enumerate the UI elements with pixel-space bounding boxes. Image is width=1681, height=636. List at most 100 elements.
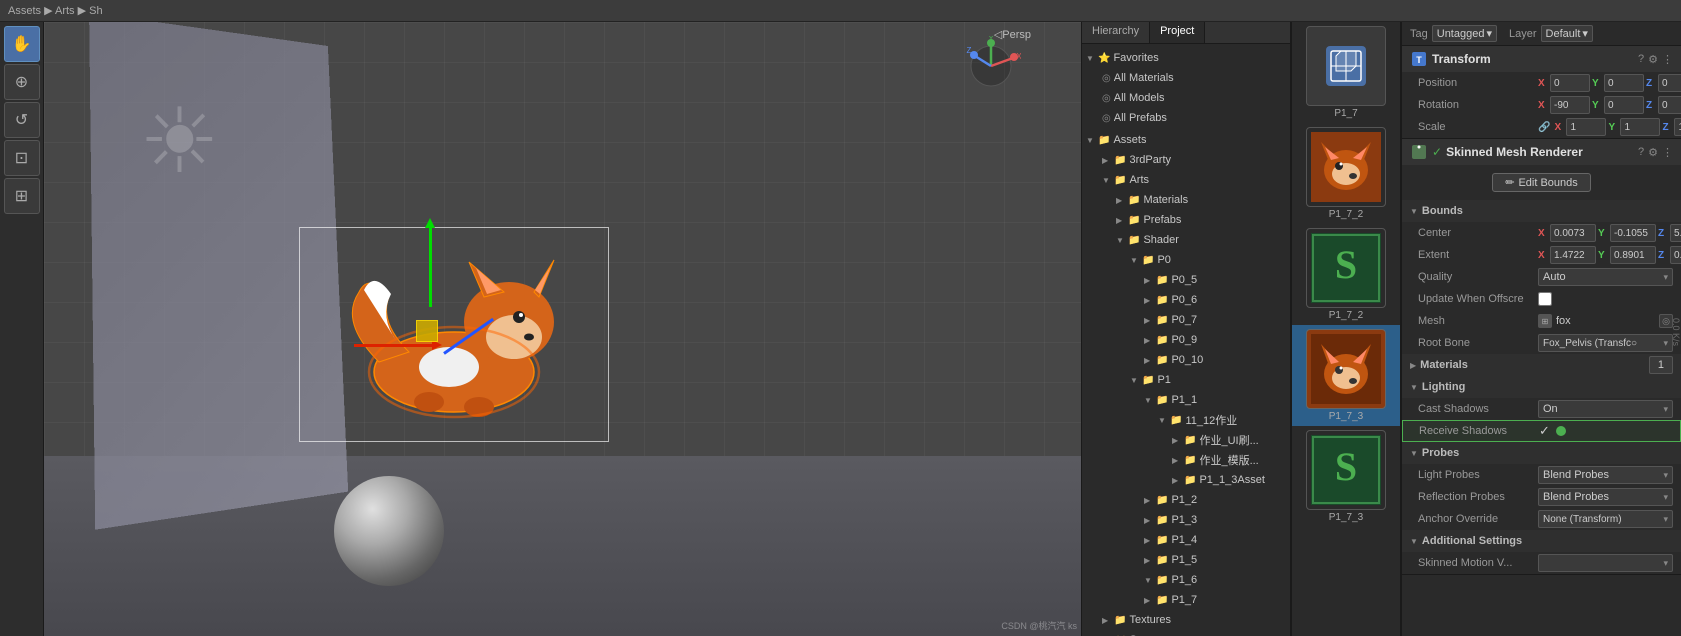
tree-item-p1-2[interactable]: ▶ 📁 P1_2: [1082, 490, 1290, 510]
skinned-mesh-more-icon[interactable]: ⋮: [1662, 146, 1673, 159]
transform-help-icon[interactable]: ?: [1638, 53, 1644, 66]
tree-arrow-materials: ▶: [1116, 196, 1128, 205]
pos-z-input[interactable]: [1658, 74, 1681, 92]
tree-item-favorites[interactable]: ▼ ⭐ Favorites: [1082, 48, 1290, 68]
tree-arrow-p1: ▼: [1130, 376, 1142, 385]
tool-hand[interactable]: ✋: [4, 26, 40, 62]
scale-y-input[interactable]: [1620, 118, 1660, 136]
pos-y-input[interactable]: [1604, 74, 1644, 92]
tree-item-p0-10[interactable]: ▶ 📁 P0_10: [1082, 350, 1290, 370]
asset-item-p1-7-3a[interactable]: P1_7_3: [1292, 325, 1400, 426]
tool-rect[interactable]: ⊞: [4, 178, 40, 214]
tree-item-textures[interactable]: ▶ 📁 Textures: [1082, 610, 1290, 630]
tree-item-all-models[interactable]: ◎ All Models: [1082, 88, 1290, 108]
asset-item-p1-7[interactable]: P1_7: [1292, 22, 1400, 123]
tree-item-p1-1-3asset[interactable]: ▶ 📁 P1_1_3Asset: [1082, 470, 1290, 490]
tree-item-11-12[interactable]: ▼ 📁 11_12作业: [1082, 410, 1290, 430]
tree-item-work-model[interactable]: ▶ 📁 作业_模版...: [1082, 450, 1290, 470]
materials-section[interactable]: ▶ Materials 1: [1402, 354, 1681, 376]
extent-y-input[interactable]: [1610, 246, 1656, 264]
light-probes-dropdown[interactable]: Blend Probes: [1538, 466, 1673, 484]
layer-dropdown[interactable]: Default ▾: [1541, 25, 1593, 42]
tag-dropdown[interactable]: Untagged ▾: [1432, 25, 1497, 42]
tree-arrow-p1-5: ▶: [1144, 556, 1156, 565]
bounds-section-header[interactable]: ▼ Bounds: [1402, 200, 1681, 222]
bounds-label: Bounds: [1422, 205, 1463, 217]
scale-z-input[interactable]: [1674, 118, 1681, 136]
tab-project[interactable]: Project: [1150, 22, 1205, 43]
tree-item-p1-7[interactable]: ▶ 📁 P1_7: [1082, 590, 1290, 610]
tree-item-p0[interactable]: ▼ 📁 P0: [1082, 250, 1290, 270]
mesh-target-button[interactable]: ◎: [1659, 314, 1673, 328]
viewport-gizmo[interactable]: Y X Z: [961, 36, 1021, 96]
tree-item-3rdparty[interactable]: ▶ 📁 3rdParty: [1082, 150, 1290, 170]
asset-item-p1-7-2b[interactable]: S P1_7_2: [1292, 224, 1400, 325]
tree-item-all-materials[interactable]: ◎ All Materials: [1082, 68, 1290, 88]
asset-item-p1-7-2a[interactable]: P1_7_2: [1292, 123, 1400, 224]
tree-item-materials[interactable]: ▶ 📁 Materials: [1082, 190, 1290, 210]
extent-z-input[interactable]: [1670, 246, 1681, 264]
tree-item-prefabs[interactable]: ▶ 📁 Prefabs: [1082, 210, 1290, 230]
tree-item-p1-5[interactable]: ▶ 📁 P1_5: [1082, 550, 1290, 570]
tree-area[interactable]: ▼ ⭐ Favorites ◎ All Materials ◎ All Mode…: [1082, 44, 1290, 636]
tree-item-p0-9[interactable]: ▶ 📁 P0_9: [1082, 330, 1290, 350]
skinned-motion-dropdown[interactable]: [1538, 554, 1673, 572]
extent-x-input[interactable]: [1550, 246, 1596, 264]
skinned-mesh-enabled-check[interactable]: ✓: [1432, 145, 1442, 159]
additional-settings-header[interactable]: ▼ Additional Settings: [1402, 530, 1681, 552]
root-bone-label: Root Bone: [1418, 337, 1538, 349]
tree-arrow-3rdparty: ▶: [1102, 156, 1114, 165]
tool-scale[interactable]: ⊡: [4, 140, 40, 176]
asset-scroll[interactable]: P1_7: [1292, 22, 1400, 636]
rotation-xyz: X Y Z: [1538, 96, 1681, 114]
anchor-override-dropdown[interactable]: None (Transform): [1538, 510, 1673, 528]
tree-label-all-prefabs: All Prefabs: [1114, 112, 1167, 124]
update-offscreen-checkbox[interactable]: [1538, 292, 1552, 306]
reflection-probes-dropdown[interactable]: Blend Probes: [1538, 488, 1673, 506]
tree-item-p0-6[interactable]: ▶ 📁 P0_6: [1082, 290, 1290, 310]
scale-label: Scale: [1418, 121, 1538, 133]
root-bone-dropdown[interactable]: Fox_Pelvis (Transfc○: [1538, 334, 1673, 352]
tree-label-p1-2: P1_2: [1171, 494, 1197, 506]
tree-item-p1-6[interactable]: ▼ 📁 P1_6: [1082, 570, 1290, 590]
rot-x-input[interactable]: [1550, 96, 1590, 114]
tree-item-all-prefabs[interactable]: ◎ All Prefabs: [1082, 108, 1290, 128]
tree-label-prefabs: Prefabs: [1143, 214, 1181, 226]
rot-z-input[interactable]: [1658, 96, 1681, 114]
anchor-override-label: Anchor Override: [1418, 513, 1538, 525]
viewport[interactable]: Y X Z ◁Persp ☀: [44, 22, 1081, 636]
anchor-override-text: None (Transform): [1543, 514, 1663, 525]
tree-item-shader[interactable]: ▼ 📁 Shader: [1082, 230, 1290, 250]
center-y-input[interactable]: [1610, 224, 1656, 242]
light-probes-row: Light Probes Blend Probes: [1402, 464, 1681, 486]
transform-more-icon[interactable]: ⋮: [1662, 53, 1673, 66]
edit-bounds-button[interactable]: ✏ Edit Bounds: [1492, 173, 1591, 192]
probes-section-header[interactable]: ▼ Probes: [1402, 442, 1681, 464]
scale-x-input[interactable]: [1566, 118, 1606, 136]
tree-item-p1[interactable]: ▼ 📁 P1: [1082, 370, 1290, 390]
pos-x-input[interactable]: [1550, 74, 1590, 92]
tree-item-p1-4[interactable]: ▶ 📁 P1_4: [1082, 530, 1290, 550]
skinned-mesh-help-icon[interactable]: ?: [1638, 146, 1644, 159]
tree-item-p0-7[interactable]: ▶ 📁 P0_7: [1082, 310, 1290, 330]
tab-hierarchy[interactable]: Hierarchy: [1082, 22, 1150, 43]
tree-item-work-ui[interactable]: ▶ 📁 作业_UI刷...: [1082, 430, 1290, 450]
tool-rotate[interactable]: ↺: [4, 102, 40, 138]
tree-arrow-11-12: ▼: [1158, 416, 1170, 425]
asset-item-p1-7-3b[interactable]: S P1_7_3: [1292, 426, 1400, 527]
tree-item-p1-3[interactable]: ▶ 📁 P1_3: [1082, 510, 1290, 530]
tree-item-assets[interactable]: ▼ 📁 Assets: [1082, 130, 1290, 150]
lighting-section-header[interactable]: ▼ Lighting: [1402, 376, 1681, 398]
tree-item-p1-1[interactable]: ▼ 📁 P1_1: [1082, 390, 1290, 410]
tree-item-arts[interactable]: ▼ 📁 Arts: [1082, 170, 1290, 190]
cast-shadows-dropdown[interactable]: On: [1538, 400, 1673, 418]
center-z-input[interactable]: [1670, 224, 1681, 242]
tree-item-p0-5[interactable]: ▶ 📁 P0_5: [1082, 270, 1290, 290]
transform-settings-icon[interactable]: ⚙: [1648, 53, 1658, 66]
rot-y-input[interactable]: [1604, 96, 1644, 114]
skinned-mesh-settings-icon[interactable]: ⚙: [1648, 146, 1658, 159]
quality-dropdown[interactable]: Auto: [1538, 268, 1673, 286]
tool-move[interactable]: ⊕: [4, 64, 40, 100]
center-x-input[interactable]: [1550, 224, 1596, 242]
tree-item-scenes[interactable]: ▶ 📁 Scenes: [1082, 630, 1290, 636]
